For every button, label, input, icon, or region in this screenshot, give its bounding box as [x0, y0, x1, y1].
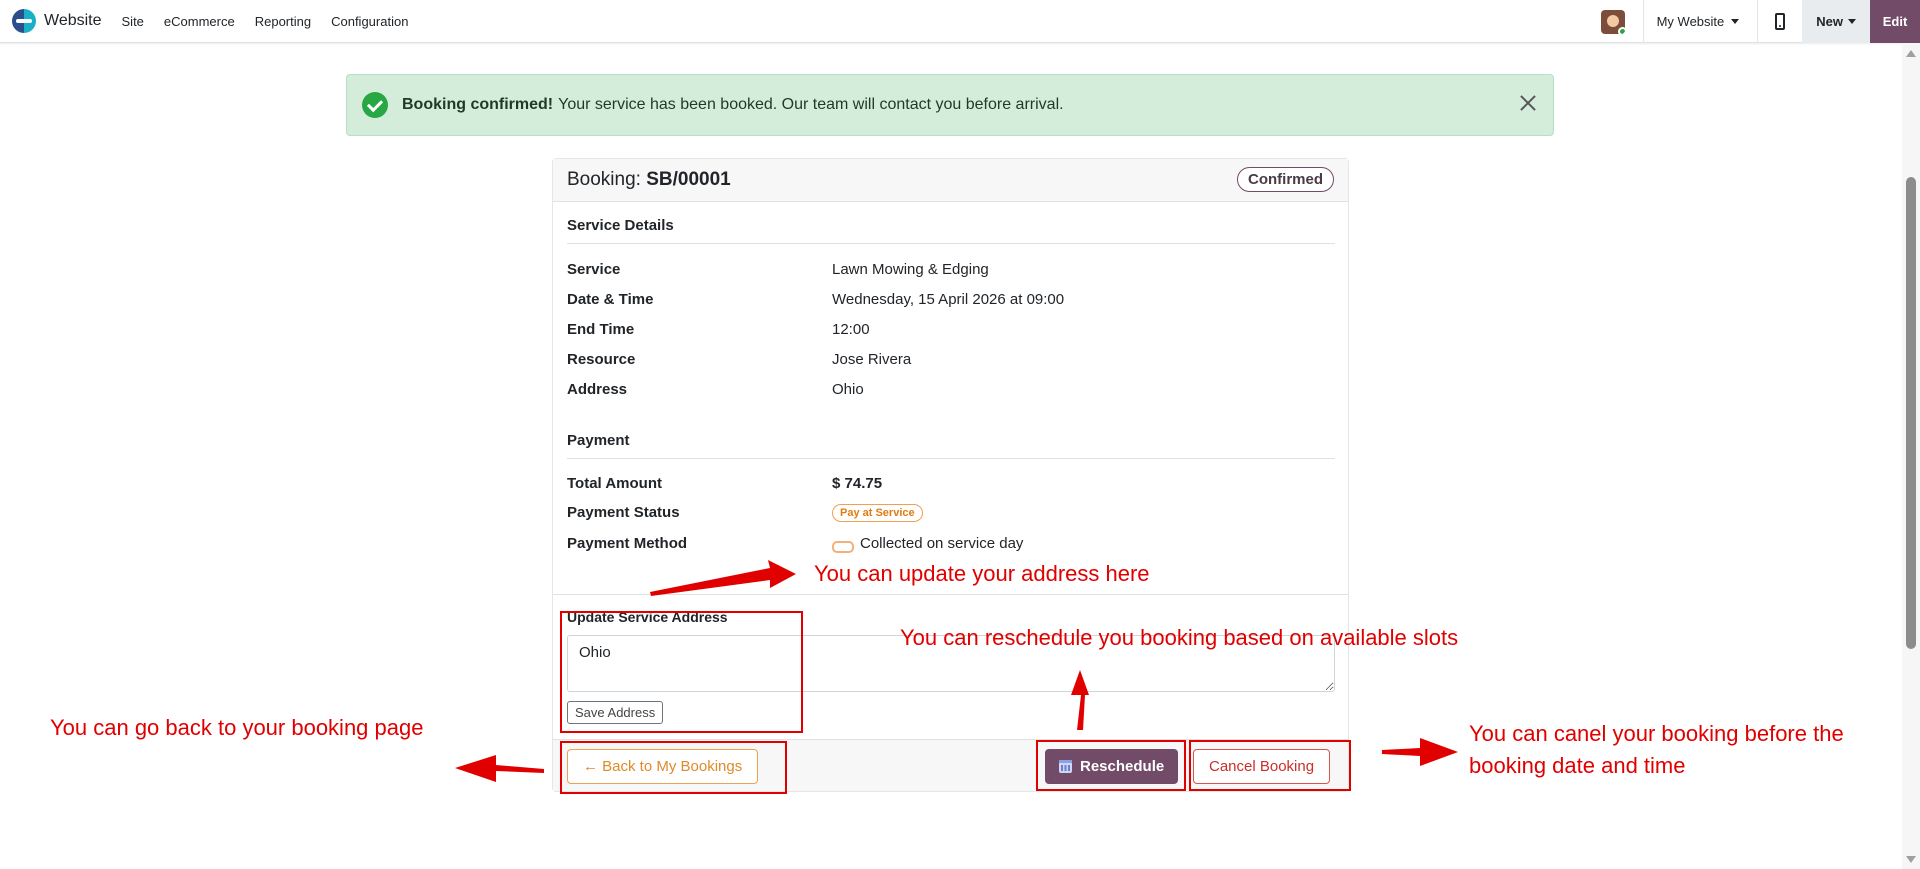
status-badge: Confirmed — [1237, 167, 1334, 192]
end-time-value: 12:00 — [832, 321, 870, 338]
service-details-heading: Service Details — [567, 217, 674, 234]
website-selector[interactable]: My Website — [1644, 0, 1758, 43]
website-logo-icon — [12, 9, 36, 33]
section-divider — [553, 594, 1348, 595]
address-label: Address — [567, 381, 628, 398]
annotation-box-reschedule — [1036, 740, 1186, 791]
payment-method-label: Payment Method — [567, 535, 688, 552]
user-avatar[interactable] — [1600, 9, 1625, 34]
end-time-label: End Time — [567, 321, 635, 338]
alert-message: Your service has been booked. Our team w… — [558, 96, 1064, 113]
annotation-back: You can go back to your booking page — [50, 715, 424, 740]
brand-name: Website — [44, 12, 102, 29]
navbar-right: My Website New Edit — [1600, 0, 1920, 43]
date-time-value: Wednesday, 15 April 2026 at 09:00 — [832, 291, 1065, 308]
annotation-reschedule: You can reschedule you booking based on … — [900, 625, 1459, 650]
address-value: Ohio — [832, 381, 864, 398]
handshake-icon — [832, 539, 854, 553]
payment-status-badge: Pay at Service — [832, 504, 923, 522]
booking-header: Booking: SB/00001 Confirmed — [553, 159, 1348, 202]
top-navbar: Website Site eCommerce Reporting Configu… — [0, 0, 1920, 43]
menu-configuration[interactable]: Configuration — [331, 14, 408, 29]
total-amount-label: Total Amount — [567, 475, 662, 492]
booking-reference: SB/00001 — [646, 169, 731, 190]
mobile-icon — [1775, 13, 1786, 30]
resource-label: Resource — [567, 351, 636, 368]
success-alert: Booking confirmed! Your service has been… — [346, 74, 1554, 136]
close-icon[interactable] — [1518, 93, 1538, 113]
chevron-down-icon — [1731, 19, 1740, 24]
online-status-icon — [1617, 26, 1625, 34]
arrow-to-cancel-note — [1382, 738, 1458, 766]
payment-heading: Payment — [567, 432, 630, 449]
scroll-down-icon[interactable] — [1906, 856, 1916, 863]
check-circle-icon — [362, 92, 388, 118]
menu-reporting[interactable]: Reporting — [255, 14, 311, 29]
annotation-cancel: You can canel your booking before the bo… — [1469, 721, 1844, 778]
mobile-preview-button[interactable] — [1758, 0, 1802, 43]
payment-status-label: Payment Status — [567, 504, 680, 521]
booking-title-prefix: Booking: — [567, 169, 641, 190]
brand[interactable]: Website — [12, 9, 122, 33]
annotation-box-address — [560, 611, 803, 733]
chevron-down-icon — [1848, 19, 1856, 24]
section-divider — [567, 458, 1335, 459]
arrow-to-back — [455, 755, 544, 782]
new-button-label: New — [1816, 14, 1843, 29]
annotation-box-back — [560, 741, 787, 794]
payment-method-value: Collected on service day — [860, 535, 1024, 552]
scrollbar-thumb[interactable] — [1906, 177, 1916, 649]
new-button[interactable]: New — [1802, 0, 1870, 43]
page-scrollbar[interactable] — [1902, 43, 1920, 869]
menu-ecommerce[interactable]: eCommerce — [164, 14, 235, 29]
edit-button[interactable]: Edit — [1870, 0, 1920, 43]
menu-site[interactable]: Site — [122, 14, 144, 29]
scroll-up-icon[interactable] — [1906, 50, 1916, 57]
annotation-box-cancel — [1189, 740, 1351, 791]
section-divider — [567, 243, 1335, 244]
booking-title: Booking: SB/00001 — [567, 169, 731, 191]
service-value: Lawn Mowing & Edging — [832, 261, 989, 278]
date-time-label: Date & Time — [567, 291, 654, 308]
service-label: Service — [567, 261, 621, 278]
resource-value: Jose Rivera — [832, 351, 912, 368]
annotation-address: You can update your address here — [814, 561, 1150, 586]
alert-title: Booking confirmed! — [402, 96, 554, 113]
website-selector-label: My Website — [1656, 14, 1725, 29]
total-amount-value: $ 74.75 — [832, 475, 883, 492]
